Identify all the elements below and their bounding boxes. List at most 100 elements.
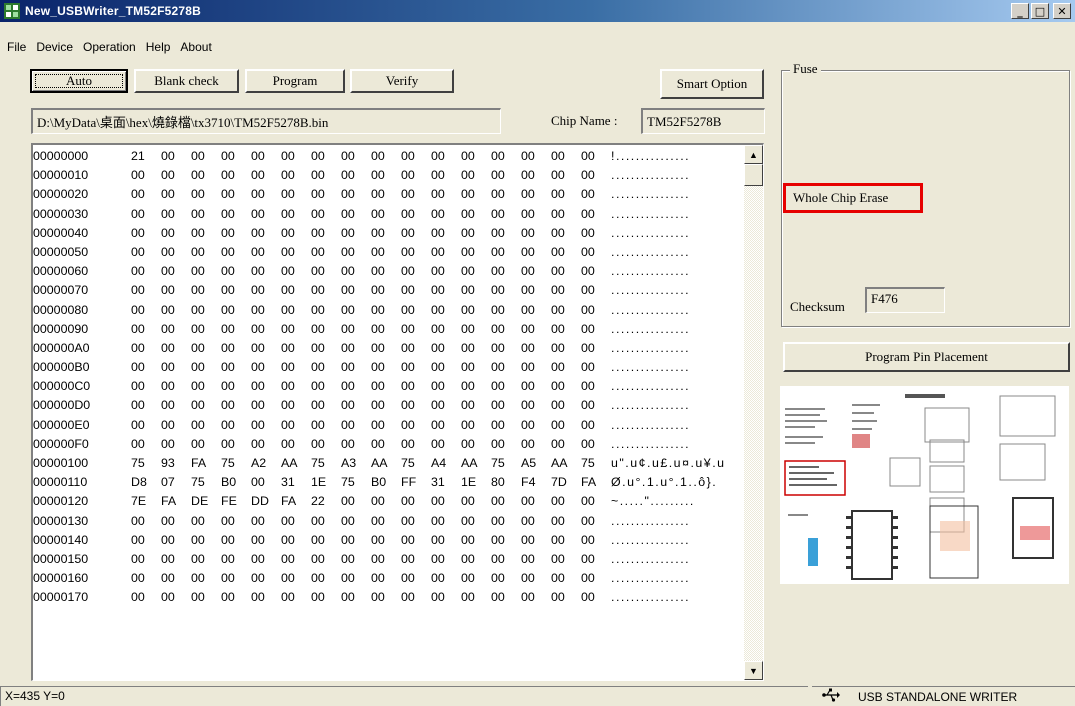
hex-row-bytes: 00 00 00 00 00 00 00 00 00 00 00 00 00 00 00 00: [131, 550, 611, 569]
program-pin-placement-button[interactable]: Program Pin Placement: [783, 342, 1070, 372]
status-bar: X=435 Y=0 USB STANDALONE WRITER: [0, 686, 1075, 706]
scroll-up-icon[interactable]: ▲: [744, 145, 763, 164]
hex-byte: 00: [251, 264, 265, 279]
whole-chip-erase-text: Whole Chip Erase: [793, 190, 889, 205]
smart-option-button[interactable]: Smart Option: [660, 69, 764, 99]
close-button[interactable]: ✕: [1053, 3, 1071, 19]
hex-byte: 00: [371, 551, 385, 566]
hex-byte: 00: [431, 244, 445, 259]
hex-byte: 00: [431, 283, 445, 298]
hex-byte: FF: [401, 475, 417, 490]
hex-row: 00000010 00 00 00 00 00 00 00 00 00 00 00 00 00 00 00 00…: [33, 166, 743, 185]
hex-byte: 00: [551, 436, 565, 451]
hex-byte: 1E: [311, 475, 327, 490]
menu-help[interactable]: Help: [141, 38, 176, 58]
verify-button[interactable]: Verify: [350, 69, 454, 93]
hex-byte: AA: [371, 456, 388, 470]
scroll-down-icon[interactable]: ▼: [744, 661, 763, 680]
hex-byte: 00: [161, 283, 175, 298]
hex-byte: 00: [491, 321, 505, 336]
hex-byte: 00: [341, 551, 355, 566]
hex-byte: 00: [311, 321, 325, 336]
hex-byte: 00: [281, 264, 295, 279]
hex-byte: 00: [371, 417, 385, 432]
hex-byte: FA: [581, 475, 597, 490]
hex-byte: 00: [491, 225, 505, 240]
hex-byte: 00: [281, 360, 295, 375]
hex-byte: 00: [521, 187, 535, 202]
hex-byte: 00: [371, 283, 385, 298]
hex-row-ascii: ................: [611, 321, 691, 336]
hex-byte: 00: [311, 283, 325, 298]
window-controls: _ □ ✕: [1011, 3, 1071, 19]
hex-byte: A4: [431, 456, 447, 470]
hex-byte: 00: [401, 321, 415, 336]
hex-byte: 00: [581, 417, 595, 432]
hex-row-address: 00000060: [33, 264, 89, 279]
program-button-label: Program: [272, 73, 318, 88]
hex-byte: 00: [521, 417, 535, 432]
hex-byte: 00: [131, 436, 145, 451]
menu-operation[interactable]: Operation: [78, 38, 141, 58]
hex-byte: 00: [251, 360, 265, 375]
hex-byte: 00: [191, 187, 205, 202]
hex-byte: 00: [581, 340, 595, 355]
hex-byte: 00: [551, 532, 565, 547]
maximize-button[interactable]: □: [1031, 3, 1049, 19]
hex-row: 00000000 21 00 00 00 00 00 00 00 00 00 00 00 00 00 00 00…: [33, 147, 743, 166]
hex-byte: 00: [461, 225, 475, 240]
hex-byte: 00: [461, 206, 475, 221]
hex-byte: 00: [431, 590, 445, 605]
hex-byte: 00: [431, 551, 445, 566]
program-button[interactable]: Program: [245, 69, 345, 93]
minimize-button[interactable]: _: [1011, 3, 1029, 19]
checksum-field[interactable]: F476: [865, 287, 945, 313]
blank-check-button[interactable]: Blank check: [134, 69, 239, 93]
auto-button[interactable]: Auto: [30, 69, 128, 93]
menu-about[interactable]: About: [175, 38, 216, 58]
hex-row-bytes: 00 00 00 00 00 00 00 00 00 00 00 00 00 00 00 00: [131, 435, 611, 454]
hex-byte: 00: [581, 187, 595, 202]
hex-dump-view[interactable]: 00000000 21 00 00 00 00 00 00 00 00 00 00 00 00 00 00 00…: [31, 143, 764, 681]
vertical-scrollbar[interactable]: ▲ ▼: [744, 145, 763, 680]
hex-byte: 00: [311, 149, 325, 163]
hex-row-ascii: ~.....".........: [611, 494, 695, 509]
hex-byte: 00: [191, 398, 205, 413]
hex-byte: 00: [341, 513, 355, 528]
menu-device[interactable]: Device: [31, 38, 78, 58]
hex-byte: 00: [131, 302, 145, 317]
app-icon: [4, 3, 20, 19]
hex-byte: FA: [191, 456, 207, 470]
hex-byte: 00: [401, 417, 415, 432]
menu-file[interactable]: File: [2, 38, 31, 58]
hex-byte: 00: [311, 436, 325, 451]
chip-name-field[interactable]: TM52F5278B: [641, 108, 765, 134]
hex-byte: 00: [521, 149, 535, 163]
hex-byte: 00: [461, 532, 475, 547]
hex-row-address: 00000020: [33, 187, 89, 202]
hex-byte: 00: [461, 149, 475, 163]
hex-byte: 00: [581, 302, 595, 317]
hex-byte: 00: [341, 187, 355, 202]
hex-row: 000000B0 00 00 00 00 00 00 00 00 00 00 00 00 00 00 00 00…: [33, 358, 743, 377]
scroll-thumb[interactable]: [744, 164, 763, 186]
hex-row-bytes: 00 00 00 00 00 00 00 00 00 00 00 00 00 00 00 00: [131, 358, 611, 377]
hex-row-bytes: 00 00 00 00 00 00 00 00 00 00 00 00 00 00 00 00: [131, 320, 611, 339]
hex-byte: 00: [251, 149, 265, 163]
hex-row-ascii: ................: [611, 283, 691, 298]
hex-byte: 00: [461, 590, 475, 605]
hex-byte: 00: [521, 340, 535, 355]
hex-byte: 00: [401, 149, 415, 163]
hex-byte: 00: [311, 187, 325, 202]
hex-byte: 00: [581, 225, 595, 240]
hex-byte: 00: [431, 225, 445, 240]
hex-byte: 00: [281, 168, 295, 183]
hex-byte: 00: [521, 360, 535, 375]
hex-byte: 00: [401, 532, 415, 547]
hex-byte: 00: [191, 302, 205, 317]
file-path-field[interactable]: D:\MyData\桌面\hex\燒錄檔\tx3710\TM52F5278B.b…: [31, 108, 501, 134]
hex-byte: 00: [221, 436, 235, 451]
hex-byte: AA: [281, 456, 298, 470]
hex-byte: 00: [131, 532, 145, 547]
hex-byte: 00: [191, 417, 205, 432]
